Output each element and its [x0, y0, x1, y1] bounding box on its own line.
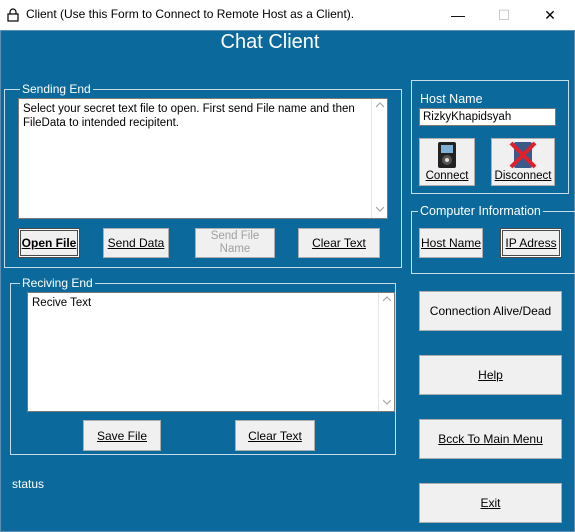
receiving-end-label: Reciving End [20, 276, 95, 290]
window-title: Client (Use this Form to Connect to Remo… [26, 7, 355, 21]
exit-label: Exit [480, 496, 501, 510]
disconnect-label: Disconnect [494, 170, 552, 182]
help-button[interactable]: Help [419, 355, 562, 395]
host-name-value: RizkyKhapidsyah [423, 111, 512, 123]
connection-alive-button[interactable]: Connection Alive/Dead [419, 291, 562, 331]
clear-text-send-button[interactable]: Clear Text [298, 228, 380, 258]
back-to-main-button[interactable]: Bcck To Main Menu [419, 419, 562, 459]
clear-text-send-label: Clear Text [312, 236, 366, 250]
computer-information-label: Computer Information [418, 204, 543, 218]
host-name-button-label: Host Name [420, 236, 482, 250]
receiving-textarea[interactable]: Recive Text [27, 292, 395, 412]
ip-address-label: IP Adress [505, 236, 557, 250]
app-lock-icon [7, 8, 19, 22]
clear-text-receive-button[interactable]: Clear Text [235, 420, 315, 451]
open-file-button[interactable]: Open File [18, 228, 80, 258]
save-file-label: Save File [96, 428, 148, 443]
back-to-main-label: Bcck To Main Menu [438, 432, 543, 446]
host-name-button[interactable]: Host Name [419, 228, 483, 258]
send-file-name-button[interactable]: Send File Name [195, 228, 275, 258]
connect-label: Connect [425, 170, 469, 182]
scroll-up-icon[interactable] [383, 296, 391, 302]
connect-button[interactable]: Connect [419, 138, 475, 186]
receiving-scrollbar[interactable] [378, 293, 394, 411]
close-icon: ✕ [544, 6, 556, 23]
sending-text: Select your secret text file to open. Fi… [23, 103, 355, 129]
close-button[interactable]: ✕ [527, 0, 573, 30]
send-file-name-label: Send File Name [210, 230, 260, 255]
disconnect-button[interactable]: Disconnect [491, 138, 555, 186]
scroll-down-icon[interactable] [376, 206, 384, 212]
title-bar: Client (Use this Form to Connect to Remo… [0, 0, 575, 30]
status-label: status [12, 477, 45, 491]
connection-alive-label: Connection Alive/Dead [429, 304, 552, 318]
ip-address-button[interactable]: IP Adress [500, 228, 562, 258]
scroll-down-icon[interactable] [383, 399, 391, 405]
sending-textarea[interactable]: Select your secret text file to open. Fi… [18, 98, 388, 219]
send-data-button[interactable]: Send Data [103, 228, 169, 258]
scroll-up-icon[interactable] [376, 102, 384, 108]
disconnect-icon [509, 141, 537, 169]
help-label: Help [478, 368, 503, 382]
minimize-button[interactable]: — [435, 0, 481, 30]
maximize-icon: ☐ [497, 6, 511, 23]
host-name-label: Host Name [418, 92, 485, 106]
telephone-icon [438, 142, 456, 168]
save-file-button[interactable]: Save File [83, 420, 161, 451]
host-name-input[interactable]: RizkyKhapidsyah [419, 108, 556, 126]
clear-text-receive-label: Clear Text [248, 428, 302, 443]
sending-scrollbar[interactable] [371, 99, 387, 218]
minimize-icon: — [451, 7, 465, 23]
receiving-text: Recive Text [32, 297, 92, 309]
sending-end-label: Sending End [20, 82, 93, 96]
exit-button[interactable]: Exit [419, 483, 562, 523]
page-title: Chat Client [220, 31, 320, 53]
send-data-label: Send Data [107, 236, 165, 250]
maximize-button: ☐ [481, 0, 527, 30]
open-file-label: Open File [21, 236, 77, 250]
